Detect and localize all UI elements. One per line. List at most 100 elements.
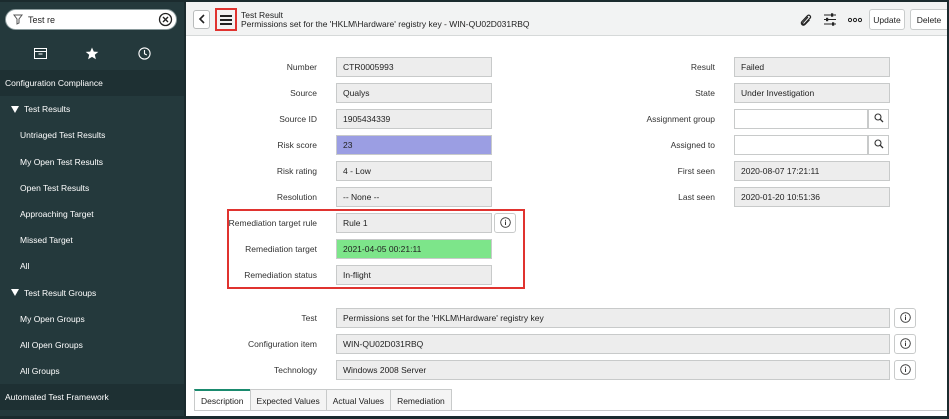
configuration-item-info-button[interactable] (894, 334, 916, 354)
record-display-value: Permissions set for the 'HKLM\Hardware' … (241, 19, 530, 29)
form-area: Test Result Permissions set for the 'HKL… (186, 2, 947, 416)
assigned-to-lookup-button[interactable] (868, 135, 889, 155)
nav-label: My Open Groups (20, 313, 85, 324)
history-tab[interactable] (131, 43, 157, 65)
assigned-to-label: Assigned to (670, 140, 715, 150)
source-field[interactable]: Qualys (336, 83, 492, 103)
nav-approaching-target[interactable]: Approaching Target (0, 201, 184, 227)
tab-actual-values[interactable]: Actual Values (325, 389, 392, 411)
nav-label: My Open Test Results (20, 156, 103, 167)
technology-field[interactable]: Windows 2008 Server (336, 360, 890, 380)
assignment-group-input[interactable] (734, 109, 868, 129)
paperclip-icon[interactable] (798, 13, 812, 27)
search-icon (873, 113, 884, 125)
favorites-tab[interactable] (79, 43, 105, 65)
hamburger-icon (220, 14, 232, 17)
info-icon (499, 216, 511, 230)
state-label: State (695, 88, 715, 98)
nav-label: Untriaged Test Results (20, 130, 106, 141)
search-icon (873, 139, 884, 151)
info-icon (899, 311, 911, 325)
result-field[interactable]: Failed (734, 57, 890, 77)
form-header: Test Result Permissions set for the 'HKL… (186, 2, 947, 36)
nav-open-test-results[interactable]: Open Test Results (0, 175, 184, 201)
remediation-rule-info-button[interactable] (494, 213, 516, 233)
collapse-triangle-icon[interactable] (11, 289, 19, 297)
remediation-status-label: Remediation status (244, 270, 317, 280)
assignment-group-label: Assignment group (646, 114, 715, 124)
configuration-item-field[interactable]: WIN-QU02D031RBQ (336, 334, 890, 354)
configuration-item-label: Configuration item (248, 339, 317, 349)
nav-automated-test-framework[interactable]: Automated Test Framework (0, 384, 184, 410)
nav-label: All Open Groups (20, 339, 83, 350)
nav-label: All (20, 261, 30, 272)
sliders-icon[interactable] (823, 13, 837, 27)
remediation-target-rule-label: Remediation target rule (228, 218, 317, 228)
first-seen-field[interactable]: 2020-08-07 17:21:11 (734, 161, 890, 181)
source-id-field[interactable]: 1905434339 (336, 109, 492, 129)
nav-label: Open Test Results (20, 182, 90, 193)
app-frame: Configuration Compliance Test Results Un… (0, 0, 949, 419)
state-field[interactable]: Under Investigation (734, 83, 890, 103)
update-button[interactable]: Update (869, 9, 905, 30)
remediation-target-rule-field[interactable]: Rule 1 (336, 213, 492, 233)
tab-remediation[interactable]: Remediation (390, 389, 452, 411)
nav-all-groups[interactable]: All Groups (0, 358, 184, 384)
nav-untriaged-test-results[interactable]: Untriaged Test Results (0, 122, 184, 148)
nav-configuration-compliance[interactable]: Configuration Compliance (0, 70, 184, 97)
assigned-to-input[interactable] (734, 135, 868, 155)
info-icon (899, 363, 911, 377)
nav-label: Automated Test Framework (5, 392, 109, 402)
nav-my-open-test-results[interactable]: My Open Test Results (0, 149, 184, 175)
tabs-divider (194, 410, 947, 411)
nav-test-results-group[interactable]: Test Results (0, 96, 184, 122)
navigator-filter-input[interactable] (28, 14, 148, 25)
nav-label: Configuration Compliance (5, 78, 103, 89)
result-label: Result (690, 62, 715, 72)
assignment-group-lookup-button[interactable] (868, 109, 889, 129)
remediation-target-field[interactable]: 2021-04-05 00:21:11 (336, 239, 492, 259)
header-icons (798, 11, 862, 28)
clock-icon (137, 46, 151, 62)
hamburger-bar (220, 22, 232, 25)
navigator-sidebar: Configuration Compliance Test Results Un… (0, 2, 184, 416)
clear-filter-icon[interactable] (158, 12, 173, 27)
navigator-tabs (0, 39, 184, 69)
technology-info-button[interactable] (894, 360, 916, 380)
context-menu-button[interactable] (215, 8, 237, 31)
nav-all[interactable]: All (0, 253, 184, 279)
remediation-status-field[interactable]: In-flight (336, 265, 492, 285)
last-seen-field[interactable]: 2020-01-20 10:51:36 (734, 187, 890, 207)
hamburger-bar (220, 18, 232, 21)
tab-description[interactable]: Description (194, 389, 251, 411)
more-options-icon[interactable] (848, 13, 862, 27)
test-info-button[interactable] (894, 308, 916, 328)
source-id-label: Source ID (279, 114, 317, 124)
risk-score-field[interactable]: 23 (336, 135, 492, 155)
all-apps-tab[interactable] (27, 43, 53, 65)
resolution-select[interactable]: -- None -- (336, 187, 492, 207)
test-label: Test (301, 313, 317, 323)
nav-label: Missed Target (20, 235, 73, 246)
resolution-label: Resolution (276, 192, 317, 202)
risk-rating-label: Risk rating (276, 166, 317, 176)
back-button[interactable] (193, 10, 210, 29)
info-icon (899, 337, 911, 351)
related-tabs: Description Expected Values Actual Value… (194, 389, 452, 411)
risk-rating-field[interactable]: 4 - Low (336, 161, 492, 181)
chevron-left-icon (198, 13, 205, 26)
number-field[interactable]: CTR0005993 (336, 57, 492, 77)
nav-test-result-groups[interactable]: Test Result Groups (0, 280, 184, 306)
nav-all-open-groups[interactable]: All Open Groups (0, 332, 184, 358)
number-label: Number (286, 62, 317, 72)
nav-my-open-groups[interactable]: My Open Groups (0, 306, 184, 332)
nav-missed-target[interactable]: Missed Target (0, 227, 184, 253)
delete-button[interactable]: Delete (910, 9, 947, 30)
risk-score-label: Risk score (277, 140, 317, 150)
test-field[interactable]: Permissions set for the 'HKLM\Hardware' … (336, 308, 890, 328)
source-label: Source (290, 88, 317, 98)
tab-expected-values[interactable]: Expected Values (249, 389, 327, 411)
navigator-filter[interactable] (5, 9, 177, 30)
archive-icon (33, 47, 47, 61)
collapse-triangle-icon[interactable] (11, 105, 19, 113)
